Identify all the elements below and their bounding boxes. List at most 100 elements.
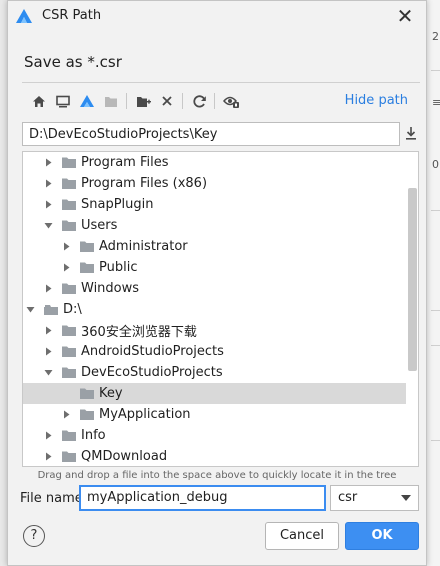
collapsed-arrow-icon[interactable]: [43, 179, 53, 189]
expanded-arrow-icon[interactable]: [43, 368, 53, 378]
folder-icon: [62, 283, 76, 294]
download-icon: [406, 127, 416, 140]
background-window-edge: 2 ≡ 0: [425, 0, 440, 566]
tree-row[interactable]: Users: [23, 215, 406, 236]
tree-item-label: Key: [99, 386, 123, 401]
tree-row[interactable]: AndroidStudioProjects: [23, 341, 406, 362]
collapsed-arrow-icon[interactable]: [61, 263, 71, 273]
background-divider: [431, 345, 440, 346]
drive-icon: [44, 305, 58, 315]
toolbar-separator: [182, 93, 183, 109]
folder-icon: [62, 325, 76, 336]
file-chooser-toolbar: Hide path: [28, 91, 408, 111]
project-icon: [80, 95, 94, 107]
drag-drop-hint: Drag and drop a file into the space abov…: [37, 470, 397, 481]
extension-select-value: csr: [338, 490, 358, 505]
tree-row[interactable]: SnapPlugin: [23, 194, 406, 215]
tree-row[interactable]: Info: [23, 425, 406, 446]
folder-icon: [80, 241, 94, 252]
folder-icon: [62, 367, 76, 378]
tree-row[interactable]: MyApplication: [23, 404, 406, 425]
folder-icon: [62, 346, 76, 357]
background-divider: [431, 210, 440, 211]
home-icon: [33, 95, 45, 107]
tree-item-label: MyApplication: [99, 407, 191, 422]
tree-item-label: Program Files: [81, 155, 169, 170]
collapsed-arrow-icon[interactable]: [43, 347, 53, 357]
folder-icon: [62, 451, 76, 462]
toolbar-separator: [214, 93, 215, 109]
background-text-fragment: ≡: [432, 96, 440, 109]
title-bar: CSR Path ✕: [8, 1, 426, 31]
folder-icon: [62, 199, 76, 210]
toolbar-separator: [126, 93, 127, 109]
tree-row[interactable]: Key: [23, 383, 406, 404]
folder-icon: [62, 430, 76, 441]
expanded-arrow-icon[interactable]: [43, 221, 53, 231]
tree-item-label: Info: [81, 428, 106, 443]
chevron-down-icon: [401, 495, 411, 501]
cancel-button[interactable]: Cancel: [265, 522, 339, 550]
folder-icon: [62, 220, 76, 231]
tree-row[interactable]: Program Files (x86): [23, 173, 406, 194]
background-divider: [431, 70, 440, 71]
folder-icon: [80, 388, 94, 399]
tree-row[interactable]: Program Files: [23, 152, 406, 173]
navigate-to-path-button[interactable]: [404, 125, 420, 143]
ok-button[interactable]: OK: [345, 522, 419, 550]
help-button[interactable]: ?: [23, 525, 45, 547]
deveco-app-icon: [16, 9, 32, 23]
collapsed-arrow-icon[interactable]: [61, 242, 71, 252]
header-divider: [22, 82, 420, 83]
file-tree[interactable]: Program Files Program Files (x86) SnapPlug…: [22, 151, 419, 467]
new-folder-button[interactable]: [134, 91, 152, 111]
file-name-input[interactable]: myApplication_debug: [79, 485, 326, 511]
tree-row[interactable]: Windows: [23, 278, 406, 299]
tree-item-label: AndroidStudioProjects: [81, 344, 224, 359]
hide-path-link[interactable]: Hide path: [345, 93, 408, 108]
collapsed-arrow-icon[interactable]: [43, 326, 53, 336]
tree-row[interactable]: Public: [23, 257, 406, 278]
background-divider: [431, 310, 440, 311]
collapsed-arrow-icon[interactable]: [43, 452, 53, 462]
collapsed-arrow-icon[interactable]: [43, 284, 53, 294]
tree-item-label: Users: [81, 218, 118, 233]
tree-item-label: Public: [99, 260, 138, 275]
tree-item-label: Program Files (x86): [81, 176, 208, 191]
folder-icon: [80, 262, 94, 273]
dialog-subtitle: Save as *.csr: [24, 53, 122, 71]
tree-row[interactable]: D:\: [23, 299, 406, 320]
desktop-icon: [56, 95, 70, 107]
tree-row[interactable]: Administrator: [23, 236, 406, 257]
refresh-button[interactable]: [190, 91, 208, 111]
tree-item-label: D:\: [63, 302, 82, 317]
delete-button[interactable]: [158, 91, 176, 111]
close-icon: ✕: [396, 4, 414, 28]
project-button[interactable]: [78, 91, 96, 111]
tree-row[interactable]: QMDownload: [23, 446, 406, 466]
tree-item-label: SnapPlugin: [81, 197, 154, 212]
tree-row[interactable]: 360安全浏览器下载: [23, 320, 406, 341]
home-button[interactable]: [30, 91, 48, 111]
extension-select[interactable]: csr: [330, 485, 419, 511]
folder-icon: [62, 157, 76, 168]
close-button[interactable]: ✕: [394, 5, 416, 27]
background-divider: [431, 440, 440, 441]
tree-scrollbar[interactable]: [408, 188, 417, 371]
new-folder-icon: [136, 96, 151, 107]
module-icon: [105, 96, 117, 107]
path-input[interactable]: D:\DevEcoStudioProjects\Key: [22, 122, 400, 146]
module-button[interactable]: [102, 91, 120, 111]
file-name-label: File name:: [20, 491, 88, 506]
collapsed-arrow-icon[interactable]: [43, 200, 53, 210]
tree-row[interactable]: DevEcoStudioProjects: [23, 362, 406, 383]
tree-item-label: Administrator: [99, 239, 188, 254]
show-hidden-button[interactable]: [222, 91, 240, 111]
collapsed-arrow-icon[interactable]: [43, 431, 53, 441]
collapsed-arrow-icon[interactable]: [61, 410, 71, 420]
desktop-button[interactable]: [54, 91, 72, 111]
expanded-arrow-icon[interactable]: [25, 305, 35, 315]
collapsed-arrow-icon[interactable]: [43, 158, 53, 168]
tree-item-label: DevEcoStudioProjects: [81, 365, 223, 380]
